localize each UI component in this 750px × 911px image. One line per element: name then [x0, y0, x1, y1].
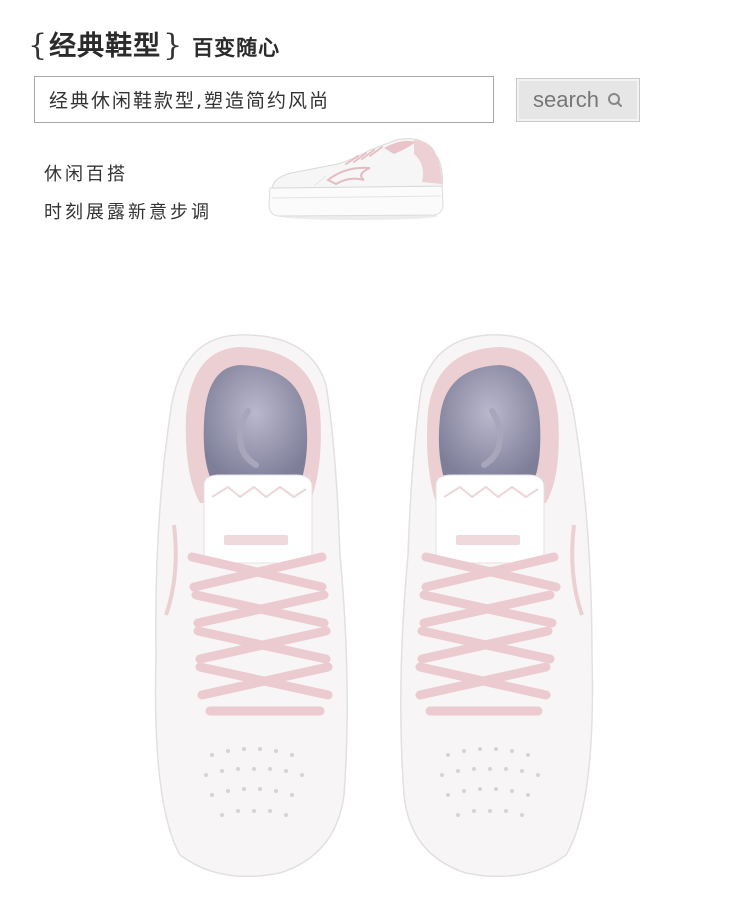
- tagline: 休闲百搭 时刻展露新意步调: [44, 156, 212, 232]
- search-button-label: search: [532, 87, 600, 112]
- brace-open: {: [28, 28, 48, 63]
- tagline-line-2: 时刻展露新意步调: [44, 202, 212, 223]
- search-bar: search: [34, 76, 644, 124]
- left-shoe: [154, 334, 348, 878]
- section-title: 经典鞋型: [49, 31, 162, 62]
- tagline-line-1: 休闲百搭: [44, 164, 128, 185]
- section-subtitle: 百变随心: [192, 35, 281, 60]
- section-header: { 经典鞋型 } 百变随心: [28, 26, 280, 66]
- brace-close: }: [163, 28, 183, 63]
- search-icon: [608, 93, 623, 107]
- sneakers-top-view-image: [154, 334, 594, 878]
- sneaker-side-view-image: [268, 138, 444, 220]
- search-input[interactable]: [34, 76, 494, 123]
- right-shoe: [400, 334, 594, 878]
- search-button[interactable]: search: [516, 78, 640, 122]
